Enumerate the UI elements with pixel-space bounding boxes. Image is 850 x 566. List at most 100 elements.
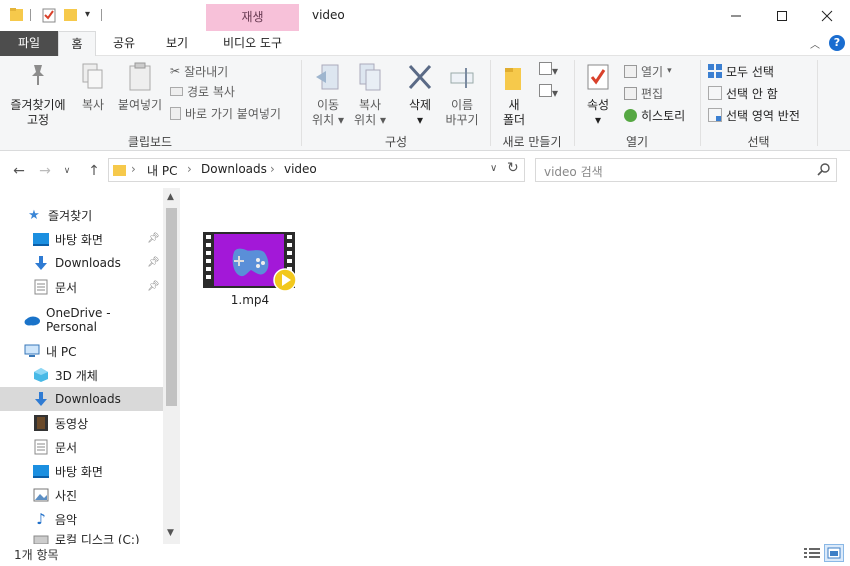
nav-label: 내 PC — [46, 344, 77, 359]
pin-icon[interactable]: 📌︎ — [147, 233, 160, 245]
item-count: 1개 항목 — [14, 548, 59, 562]
edit-button[interactable]: 편집 — [624, 84, 663, 102]
recent-locations-icon[interactable]: ∨ — [57, 161, 77, 181]
new-folder-button[interactable]: 새 폴더 — [496, 62, 532, 128]
nav-documents[interactable]: 문서 — [0, 435, 163, 459]
properties-icon — [585, 62, 611, 94]
move-to-icon — [314, 62, 342, 94]
copyto-label-2: 위치 ▾ — [354, 113, 386, 127]
open-button[interactable]: 열기 ▾ — [624, 62, 672, 80]
nav-desktop-pinned[interactable]: 바탕 화면 📌︎ — [0, 227, 163, 251]
tab-share[interactable]: 공유 — [100, 31, 148, 56]
nav-label: 3D 개체 — [55, 368, 98, 383]
search-icon[interactable] — [817, 162, 831, 176]
context-tab-play[interactable]: 재생 — [206, 4, 299, 31]
rename-label-1: 이름 — [450, 98, 474, 112]
move-label-2: 위치 ▾ — [312, 113, 344, 127]
cube-icon — [33, 367, 49, 383]
music-note-icon: ♪ — [36, 510, 46, 528]
minimize-button[interactable] — [713, 0, 759, 31]
select-none-button[interactable]: 선택 안 함 — [708, 84, 778, 102]
clipboard-icon — [127, 62, 153, 92]
separator — [101, 9, 102, 21]
copy-path-button[interactable]: 경로 복사 — [170, 82, 235, 100]
details-view-icon[interactable] — [803, 546, 821, 562]
breadcrumb-downloads[interactable]: Downloads — [201, 162, 267, 176]
copy-button[interactable]: 복사 — [76, 62, 110, 113]
breadcrumb-this-pc[interactable]: 내 PC — [147, 162, 177, 179]
pin-icon[interactable]: 📌︎ — [147, 281, 160, 293]
copy-to-button[interactable]: 복사 위치 ▾ — [350, 62, 390, 128]
select-all-button[interactable]: 모두 선택 — [708, 62, 774, 80]
nav-onedrive[interactable]: OneDrive - Personal — [0, 306, 163, 334]
properties-dropdown-icon[interactable]: ▾ — [580, 113, 616, 128]
maximize-button[interactable] — [759, 0, 805, 31]
paste-shortcut-label: 바로 가기 붙여넣기 — [185, 106, 281, 121]
nav-desktop[interactable]: 바탕 화면 — [0, 459, 163, 483]
refresh-icon[interactable]: ↻ — [507, 160, 519, 176]
copy-icon — [80, 62, 106, 92]
paste-shortcut-button[interactable]: 바로 가기 붙여넣기 — [170, 104, 281, 122]
cut-button[interactable]: ✂ 잘라내기 — [170, 62, 228, 80]
properties-check-icon[interactable] — [42, 7, 56, 23]
search-input[interactable]: video 검색 — [544, 163, 603, 180]
nav-label: OneDrive - Personal — [46, 306, 111, 334]
forward-arrow-icon[interactable]: → — [35, 161, 55, 181]
up-arrow-icon[interactable]: ↑ — [84, 161, 104, 181]
close-button[interactable] — [804, 0, 850, 31]
address-bar[interactable]: › 내 PC › Downloads › video ∨ ↻ — [108, 158, 525, 182]
breadcrumb-video[interactable]: video — [284, 162, 317, 176]
nav-downloads-pinned[interactable]: Downloads 📌︎ — [0, 251, 163, 275]
scroll-up-icon[interactable]: ▲ — [167, 192, 174, 202]
tab-video-tools[interactable]: 비디오 도구 — [206, 31, 299, 56]
address-dropdown-icon[interactable]: ∨ — [490, 163, 497, 174]
breadcrumb-chevron-icon[interactable]: › — [270, 162, 275, 176]
easy-access-button[interactable]: ▾ — [539, 84, 558, 100]
back-arrow-icon[interactable]: ← — [9, 161, 29, 181]
pin-icon[interactable]: 📌︎ — [147, 257, 160, 269]
nav-label: Downloads — [55, 256, 121, 270]
ribbon: 즐겨찾기에 고정 복사 붙여넣기 ✂ 잘라내기 경로 복사 바로 가기 붙여넣기 … — [0, 56, 850, 151]
scroll-thumb[interactable] — [166, 208, 177, 406]
nav-local-disk[interactable]: 로컬 디스크 (C:) — [0, 531, 163, 544]
delete-dropdown-icon[interactable]: ▾ — [400, 113, 440, 128]
nav-documents-pinned[interactable]: 문서 📌︎ — [0, 275, 163, 299]
nav-scrollbar[interactable]: ▲ ▼ — [163, 188, 180, 544]
file-item[interactable]: 1.mp4 — [201, 230, 301, 310]
paste-button[interactable]: 붙여넣기 — [114, 62, 166, 113]
nav-this-pc[interactable]: 내 PC — [0, 339, 163, 363]
move-to-button[interactable]: 이동 위치 ▾ — [308, 62, 348, 128]
rename-button[interactable]: 이름 바꾸기 — [442, 62, 482, 128]
cloud-icon — [24, 312, 40, 328]
customize-qat-icon[interactable]: ▾ — [85, 9, 90, 20]
cut-label: 잘라내기 — [184, 64, 229, 79]
invert-selection-button[interactable]: 선택 영역 반전 — [708, 106, 800, 124]
breadcrumb-chevron-icon[interactable]: › — [187, 162, 192, 176]
tab-file[interactable]: 파일 — [0, 31, 58, 56]
nav-videos[interactable]: 동영상 — [0, 411, 163, 435]
help-icon[interactable]: ? — [829, 35, 845, 51]
file-name: 1.mp4 — [230, 293, 270, 307]
new-folder-icon[interactable] — [64, 7, 78, 23]
nav-pictures[interactable]: 사진 — [0, 483, 163, 507]
nav-3d-objects[interactable]: 3D 개체 — [0, 363, 163, 387]
properties-button[interactable]: 속성 ▾ — [580, 62, 616, 128]
download-arrow-icon — [33, 255, 49, 271]
nav-music[interactable]: ♪ 음악 — [0, 507, 163, 531]
scroll-down-icon[interactable]: ▼ — [167, 528, 174, 538]
nav-downloads[interactable]: Downloads — [0, 387, 163, 411]
nav-label: 사진 — [55, 488, 78, 503]
delete-button[interactable]: 삭제 ▾ — [400, 62, 440, 128]
history-button[interactable]: 히스토리 — [624, 106, 685, 124]
folder-icon[interactable] — [10, 7, 24, 23]
properties-label: 속성 — [586, 98, 610, 112]
large-icons-view-icon[interactable] — [824, 544, 844, 562]
tab-home[interactable]: 홈 — [58, 31, 96, 57]
search-box[interactable]: video 검색 — [535, 158, 837, 182]
collapse-ribbon-icon[interactable]: ︿ — [810, 36, 820, 51]
new-item-button[interactable]: ▾ — [539, 62, 558, 78]
nav-quick-access[interactable]: ★ 즐겨찾기 — [0, 203, 163, 227]
breadcrumb-chevron-icon[interactable]: › — [131, 162, 136, 176]
tab-view[interactable]: 보기 — [152, 31, 202, 56]
pin-quick-access-button[interactable]: 즐겨찾기에 고정 — [6, 62, 70, 128]
